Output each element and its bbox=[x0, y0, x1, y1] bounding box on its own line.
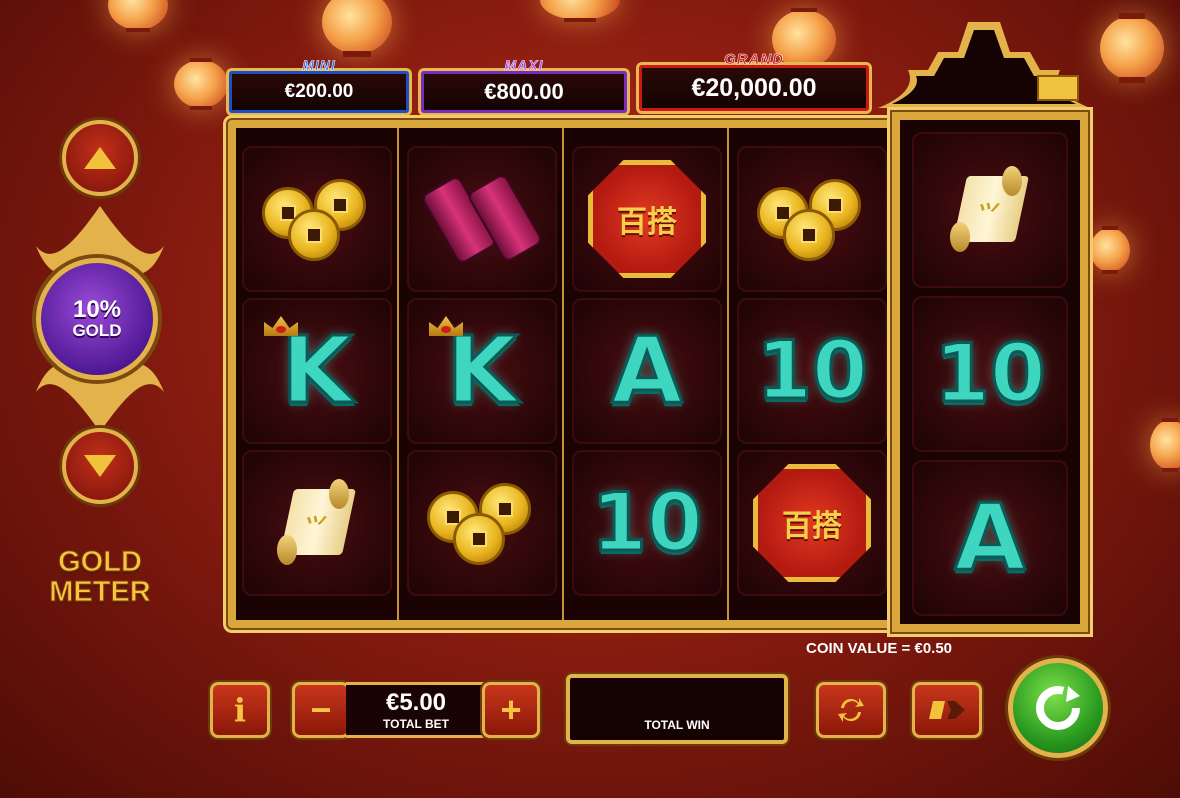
symbol-firecracker bbox=[407, 146, 557, 292]
wild-badge-text: 百搭 bbox=[617, 205, 677, 240]
symbol-scroll: ⺍ bbox=[912, 132, 1068, 288]
symbol-10: 10 bbox=[912, 296, 1068, 452]
letter-k: K bbox=[280, 317, 354, 424]
symbol-coins bbox=[242, 146, 392, 292]
lantern-decoration bbox=[540, 0, 620, 22]
reel-5: ⺍ 10 A bbox=[892, 112, 1088, 632]
meter-up-button[interactable] bbox=[62, 120, 138, 196]
symbol-k: K bbox=[407, 298, 557, 444]
scroll-icon: ⺍ bbox=[269, 479, 365, 565]
arrow-up-icon bbox=[84, 147, 116, 169]
increase-bet-button[interactable]: + bbox=[482, 682, 540, 738]
reel-4: 10 百搭 bbox=[731, 128, 894, 620]
grand-jackpot: GRAND €20,000.00 bbox=[636, 51, 872, 114]
lantern-decoration bbox=[108, 0, 168, 32]
letter-10: 10 bbox=[590, 476, 704, 569]
gold-bar-icon bbox=[1037, 75, 1079, 101]
symbol-scroll: ⺍ bbox=[242, 450, 392, 596]
info-button[interactable]: i bbox=[210, 682, 270, 738]
symbol-10: 10 bbox=[572, 450, 722, 596]
total-bet-value: €5.00 bbox=[385, 689, 447, 716]
coins-icon bbox=[427, 473, 537, 573]
wild-badge-icon: 百搭 bbox=[753, 464, 871, 582]
pagoda-roof-icon bbox=[878, 22, 1090, 108]
turbo-button[interactable] bbox=[912, 682, 982, 738]
lantern-decoration bbox=[1150, 418, 1180, 472]
letter-10: 10 bbox=[755, 324, 869, 417]
gold-meter-dial: 10% GOLD bbox=[36, 258, 158, 380]
symbol-wild-badge: 百搭 bbox=[572, 146, 722, 292]
decrease-bet-button[interactable]: − bbox=[292, 682, 350, 738]
mini-jackpot-value: €200.00 bbox=[284, 81, 354, 102]
wild-badge-text: 百搭 bbox=[782, 509, 842, 544]
symbol-a: A bbox=[912, 460, 1068, 616]
symbol-coins bbox=[407, 450, 557, 596]
spin-button[interactable] bbox=[1008, 658, 1108, 758]
total-win-display: TOTAL WIN bbox=[566, 674, 788, 744]
reel-3: 百搭 A 10 bbox=[566, 128, 729, 620]
gold-meter-title-line1: GOLD bbox=[58, 546, 143, 578]
firecracker-icon bbox=[419, 172, 545, 266]
gold-meter-title-line2: METER bbox=[49, 575, 152, 608]
total-bet-display: €5.00 TOTAL BET bbox=[346, 682, 486, 738]
turbo-icon bbox=[929, 701, 965, 719]
total-bet-label: TOTAL BET bbox=[383, 717, 449, 731]
symbol-wild-badge: 百搭 bbox=[737, 450, 887, 596]
letter-a: A bbox=[953, 484, 1027, 591]
symbol-k: K bbox=[242, 298, 392, 444]
gold-meter-title: GOLD METER bbox=[30, 546, 170, 608]
letter-a: A bbox=[610, 317, 684, 424]
symbol-10: 10 bbox=[737, 298, 887, 444]
reel-1: K ⺍ bbox=[236, 128, 399, 620]
letter-10: 10 bbox=[933, 327, 1047, 420]
mini-jackpot: MINI €200.00 bbox=[226, 57, 412, 116]
grand-jackpot-label: GRAND bbox=[724, 51, 784, 69]
maxi-jackpot-label: MAXI bbox=[504, 57, 544, 74]
reel-2: K bbox=[401, 128, 564, 620]
meter-down-button[interactable] bbox=[62, 428, 138, 504]
letter-k: K bbox=[445, 317, 519, 424]
reels-frame: K ⺍ K 百搭 A 10 10 百搭 bbox=[228, 120, 896, 628]
coin-value-text: COIN VALUE = €0.50 bbox=[806, 640, 953, 657]
symbol-coins bbox=[737, 146, 887, 292]
autoplay-icon bbox=[838, 698, 864, 722]
wild-badge-icon: 百搭 bbox=[588, 160, 706, 278]
mini-jackpot-label: MINI bbox=[302, 57, 336, 74]
scroll-icon: ⺍ bbox=[942, 166, 1038, 252]
coins-icon bbox=[262, 169, 372, 269]
coins-icon bbox=[757, 169, 867, 269]
total-win-label: TOTAL WIN bbox=[644, 718, 710, 732]
autoplay-button[interactable] bbox=[816, 682, 886, 738]
spin-icon bbox=[1036, 686, 1080, 730]
maxi-jackpot: MAXI €800.00 bbox=[418, 57, 630, 116]
lantern-decoration bbox=[1100, 13, 1164, 83]
lantern-decoration bbox=[174, 58, 228, 110]
lantern-decoration bbox=[322, 0, 392, 57]
grand-jackpot-value: €20,000.00 bbox=[691, 73, 817, 102]
lantern-decoration bbox=[1090, 226, 1130, 274]
maxi-jackpot-value: €800.00 bbox=[484, 79, 564, 104]
symbol-a: A bbox=[572, 298, 722, 444]
gold-meter-label: GOLD bbox=[72, 320, 122, 340]
gold-meter-percent: 10% bbox=[72, 295, 122, 323]
arrow-down-icon bbox=[84, 455, 116, 477]
